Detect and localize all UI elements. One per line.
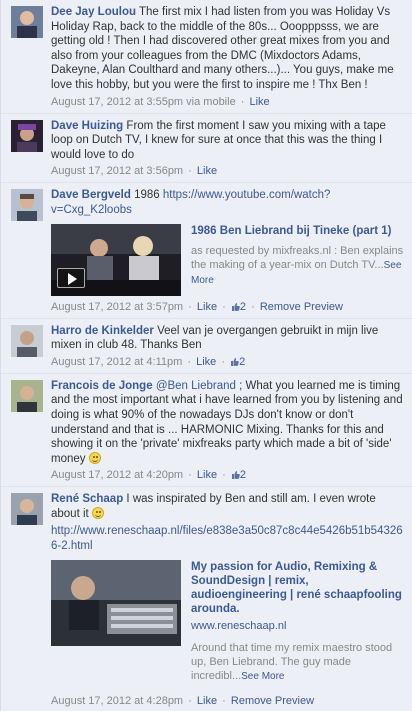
preview-description: Around that time my remix maestro stood …	[191, 641, 393, 682]
comment: Dave Bergveld 1986 https://www.youtube.c…	[1, 183, 412, 319]
comment-text: 1986	[130, 189, 163, 202]
like-button[interactable]: Like	[197, 165, 217, 177]
mention-link[interactable]: @Ben Liebrand	[156, 380, 236, 392]
separator: ·	[188, 694, 192, 707]
see-more-link[interactable]: See More	[241, 671, 284, 682]
timestamp[interactable]: August 17, 2012 at 3:55pm	[51, 96, 183, 108]
timestamp[interactable]: August 17, 2012 at 4:20pm	[51, 469, 183, 481]
separator: ·	[221, 355, 225, 368]
smiley-icon	[91, 506, 104, 519]
comment-text: ; What you learned me is timing and the …	[51, 379, 403, 465]
separator: ·	[222, 469, 226, 482]
comment: René Schaap I was inspirated by Ben and …	[1, 487, 412, 711]
separator: ·	[188, 469, 192, 482]
comment-meta: August 17, 2012 at 4:20pm · Like · 2	[51, 468, 404, 482]
like-button[interactable]: Like	[249, 96, 269, 108]
remove-preview-button[interactable]: Remove Preview	[260, 301, 343, 313]
link-preview: 1986 Ben Liebrand bij Tineke (part 1) as…	[51, 223, 404, 296]
avatar[interactable]	[11, 119, 43, 152]
comment-list: Dee Jay Loulou The first mix I had liste…	[0, 0, 412, 711]
smiley-icon	[88, 451, 101, 464]
remove-preview-button[interactable]: Remove Preview	[231, 695, 314, 707]
likes-count[interactable]: 2	[240, 469, 246, 481]
likes-count[interactable]: 2	[240, 301, 246, 313]
preview-title[interactable]: 1986 Ben Liebrand bij Tineke (part 1)	[191, 224, 404, 238]
thumbs-up-icon[interactable]	[231, 470, 240, 480]
like-button[interactable]: Like	[196, 356, 216, 368]
timestamp[interactable]: August 17, 2012 at 3:56pm	[51, 165, 183, 177]
comment-author[interactable]: Francois de Jonge	[51, 380, 153, 392]
avatar[interactable]	[11, 493, 43, 526]
avatar[interactable]	[11, 189, 43, 222]
separator: ·	[251, 300, 255, 313]
thumbs-up-icon[interactable]	[230, 357, 239, 366]
comment-author[interactable]: René Schaap	[51, 493, 123, 505]
comment-author[interactable]: Dave Bergveld	[51, 189, 131, 201]
comment-meta: August 17, 2012 at 4:11pm · Like · 2	[51, 355, 404, 369]
comment-meta: August 17, 2012 at 3:57pm · Like · 2 · R…	[51, 300, 404, 314]
timestamp[interactable]: August 17, 2012 at 3:57pm	[51, 301, 183, 313]
timestamp[interactable]: August 17, 2012 at 4:28pm	[51, 695, 183, 707]
preview-description: as requested by mixfreaks.nl : Ben expla…	[191, 244, 404, 271]
comment-meta: August 17, 2012 at 3:56pm · Like	[51, 164, 404, 178]
separator: ·	[188, 300, 192, 313]
comment-meta: August 17, 2012 at 4:28pm · Like · Remov…	[51, 694, 404, 708]
preview-domain[interactable]: www.reneschaap.nl	[191, 619, 404, 633]
separator: ·	[187, 355, 192, 368]
comment: Harro de Kinkelder Veel van je overgange…	[1, 318, 412, 374]
comment: Dee Jay Loulou The first mix I had liste…	[1, 0, 412, 114]
thumbs-up-icon[interactable]	[231, 302, 240, 311]
comment-text: The first mix I had listen from you was …	[51, 6, 394, 91]
avatar[interactable]	[11, 324, 43, 357]
separator: ·	[222, 300, 226, 313]
link-preview: My passion for Audio, Remixing & SoundDe…	[51, 559, 404, 684]
comment-link[interactable]: http://www.reneschaap.nl/files/e838e3a50…	[51, 525, 403, 552]
comment-author[interactable]: Harro de Kinkelder	[51, 325, 154, 337]
comment: Francois de Jonge @Ben Liebrand ; What y…	[1, 373, 412, 488]
play-icon[interactable]	[57, 267, 85, 288]
preview-title[interactable]: My passion for Audio, Remixing & SoundDe…	[191, 560, 404, 616]
comment-author[interactable]: Dee Jay Loulou	[51, 6, 136, 18]
avatar[interactable]	[11, 6, 43, 38]
preview-thumbnail[interactable]	[51, 559, 181, 646]
video-thumbnail[interactable]	[51, 223, 181, 296]
avatar[interactable]	[11, 379, 43, 412]
separator: ·	[240, 95, 245, 108]
comment-author[interactable]: Dave Huizing	[51, 120, 123, 132]
likes-count[interactable]: 2	[239, 356, 245, 368]
separator: ·	[188, 165, 192, 178]
like-button[interactable]: Like	[197, 695, 217, 707]
via-mobile: via mobile	[183, 95, 236, 108]
separator: ·	[222, 694, 226, 707]
comment-meta: August 17, 2012 at 3:55pm via mobile · L…	[51, 95, 404, 109]
comment: Dave Huizing From the first moment I saw…	[1, 113, 412, 184]
timestamp[interactable]: August 17, 2012 at 4:11pm	[51, 356, 182, 368]
like-button[interactable]: Like	[197, 301, 217, 313]
like-button[interactable]: Like	[197, 469, 217, 481]
